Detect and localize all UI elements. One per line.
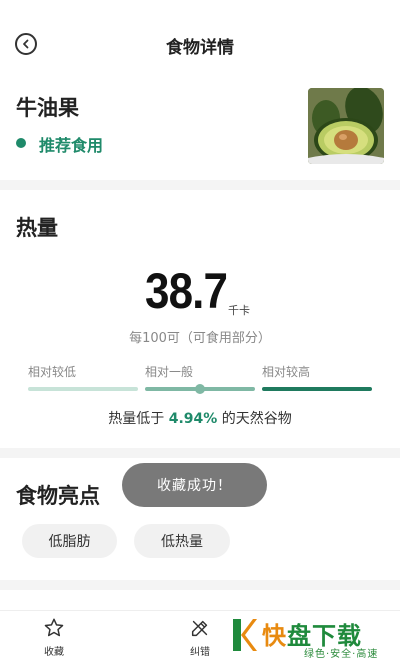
favorite-button[interactable]: 收藏 <box>24 617 84 658</box>
level-high-bar <box>262 387 372 391</box>
energy-value: 38.7 <box>145 263 228 319</box>
watermark-logo: 快盘下载 绿色·安全·高速 <box>226 612 400 662</box>
recommend-dot <box>16 138 26 148</box>
k-logo-icon <box>233 619 257 651</box>
app-header: 食物详情 <box>0 0 400 86</box>
avocado-image <box>308 88 384 164</box>
level-marker <box>195 384 205 394</box>
energy-per-unit: 每100可（可食用部分） <box>129 331 271 346</box>
tag-low-fat[interactable]: 低脂肪 <box>22 524 117 558</box>
recommend-label: 推荐食用 <box>39 136 104 155</box>
report-error-label: 纠错 <box>190 647 210 658</box>
highlights-section-title: 食物亮点 <box>16 484 100 508</box>
energy-card: 热量 38.7 千卡 每100可（可食用部分） 相对较低 相对一般 相对较高 热… <box>0 190 400 448</box>
food-name: 牛油果 <box>16 96 79 120</box>
energy-section-title: 热量 <box>16 216 58 240</box>
toast-message: 收藏成功！ <box>122 463 267 507</box>
energy-unit: 千卡 <box>228 304 250 317</box>
level-high-label: 相对较高 <box>262 365 311 379</box>
food-info-card: 牛油果 推荐食用 <box>0 80 400 180</box>
report-error-button[interactable]: 纠错 <box>170 617 230 658</box>
star-icon <box>44 618 64 637</box>
level-low-label: 相对较低 <box>28 365 77 379</box>
edit-icon <box>191 620 208 637</box>
watermark-main-a: 快 <box>262 622 287 650</box>
level-mid-label: 相对一般 <box>145 365 194 379</box>
level-low-bar <box>28 387 138 391</box>
page-title: 食物详情 <box>166 38 234 58</box>
favorite-label: 收藏 <box>44 647 64 658</box>
watermark-sub-text: 绿色·安全·高速 <box>304 649 379 660</box>
compare-suffix: 的天然谷物 <box>217 411 292 427</box>
compare-value: 4.94% <box>168 411 218 427</box>
energy-compare: 热量低于 4.94% 的天然谷物 <box>0 408 400 428</box>
compare-prefix: 热量低于 <box>108 411 169 427</box>
tag-low-calorie[interactable]: 低热量 <box>134 524 230 558</box>
